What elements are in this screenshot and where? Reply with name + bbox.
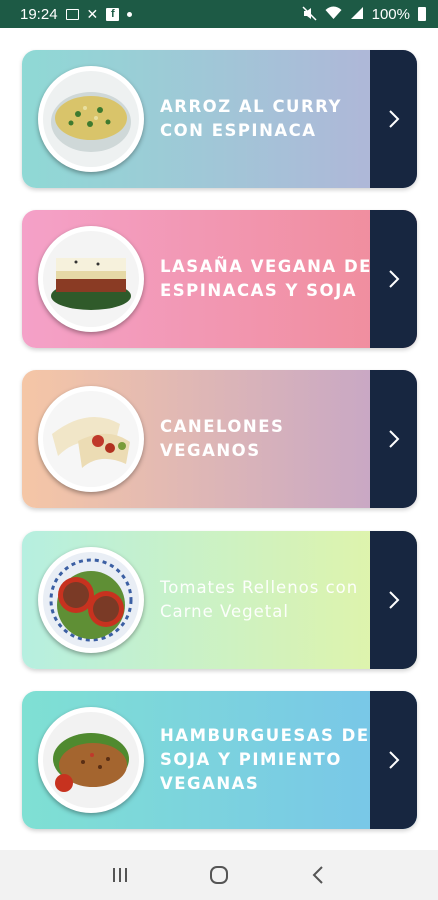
recipe-title: Tomates Rellenos con Carne Vegetal: [160, 578, 359, 621]
recipe-list[interactable]: ARROZ AL CURRY CON ESPINACA LASAÑA VEGAN…: [0, 28, 438, 850]
signal-icon: [350, 6, 364, 22]
recipe-card-hamburguesas[interactable]: HAMBURGUESAS DE SOJA Y PIMIENTO VEGANAS: [22, 691, 417, 829]
open-recipe-button[interactable]: [370, 210, 417, 348]
recipe-title: CANELONES VEGANOS: [160, 417, 285, 460]
open-recipe-button[interactable]: [370, 370, 417, 508]
recipe-title: ARROZ AL CURRY CON ESPINACA: [160, 97, 342, 140]
chevron-right-icon: [388, 270, 399, 288]
home-button[interactable]: [199, 855, 239, 895]
back-icon: [312, 866, 324, 884]
chevron-right-icon: [388, 430, 399, 448]
status-left: 19:24 ✕ f: [20, 5, 133, 23]
open-recipe-button[interactable]: [370, 691, 417, 829]
recipe-card-lasana[interactable]: LASAÑA VEGANA DE ESPINACAS Y SOJA: [22, 210, 417, 348]
missed-call-notification-icon: ✕: [86, 6, 99, 22]
system-navigation-bar: [0, 850, 438, 900]
chevron-right-icon: [388, 591, 399, 609]
recipe-card-arroz-curry[interactable]: ARROZ AL CURRY CON ESPINACA: [22, 50, 417, 188]
battery-percent: 100%: [371, 5, 410, 23]
chevron-right-icon: [388, 110, 399, 128]
home-icon: [209, 866, 228, 884]
recipe-image-lasana: [38, 226, 144, 332]
chevron-right-icon: [388, 751, 399, 769]
facebook-notification-icon: f: [106, 7, 120, 21]
open-recipe-button[interactable]: [370, 531, 417, 669]
status-time: 19:24: [20, 5, 58, 23]
battery-icon: [418, 7, 426, 21]
more-notifications-icon: [127, 11, 133, 17]
recipe-card-tomates[interactable]: Tomates Rellenos con Carne Vegetal: [22, 531, 417, 669]
recipe-image-canelones: [38, 386, 144, 492]
recipe-card-canelones[interactable]: CANELONES VEGANOS: [22, 370, 417, 508]
recent-apps-icon: [112, 868, 127, 882]
recipe-image-hamburguesas: [38, 707, 144, 813]
back-button[interactable]: [298, 855, 338, 895]
recipe-title: LASAÑA VEGANA DE ESPINACAS Y SOJA: [160, 257, 372, 300]
recipe-title: HAMBURGUESAS DE SOJA Y PIMIENTO VEGANAS: [160, 726, 370, 793]
mute-icon: [302, 5, 317, 23]
status-right: 100%: [302, 6, 426, 23]
recipe-image-arroz-curry: [38, 66, 144, 172]
recent-apps-button[interactable]: [100, 855, 140, 895]
open-recipe-button[interactable]: [370, 50, 417, 188]
gallery-notification-icon: [65, 8, 79, 20]
recipe-image-tomates: [38, 547, 144, 653]
status-bar: 19:24 ✕ f 100%: [0, 0, 438, 28]
wifi-icon: [325, 6, 342, 22]
